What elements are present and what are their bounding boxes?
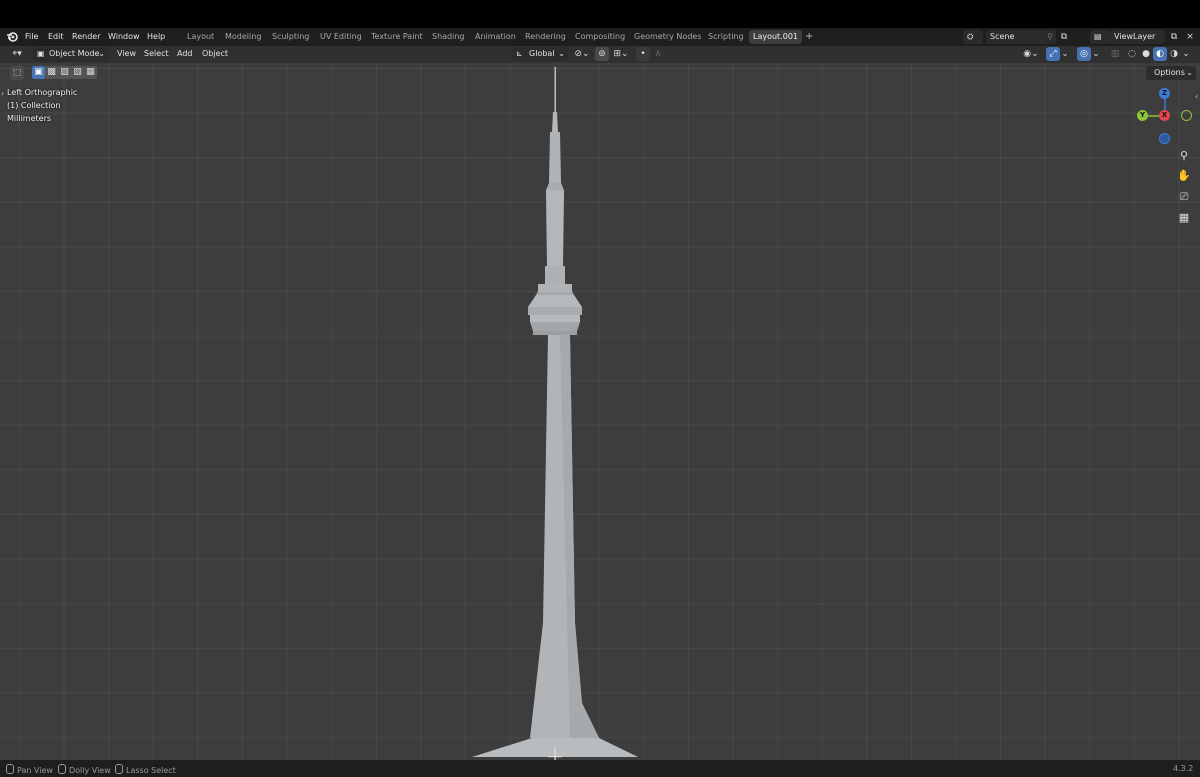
zoom-icon[interactable]: ⚲ [1175, 147, 1193, 165]
tab-texture-paint[interactable]: Texture Paint [367, 30, 427, 44]
chevron-down-icon[interactable]: ⌄ [1060, 47, 1070, 61]
chevron-down-icon[interactable]: ⌄ [1091, 47, 1101, 61]
select-menu[interactable]: Select [144, 47, 169, 61]
object-menu[interactable]: Object [202, 47, 228, 61]
tab-layout[interactable]: Layout [183, 30, 218, 44]
toolbar-toggle-icon[interactable]: › [1, 89, 4, 98]
blender-logo-icon[interactable] [6, 31, 18, 43]
object-mode-label: Object Mode [49, 49, 100, 58]
proportional-edit-icon[interactable]: • [636, 47, 650, 61]
camera-icon[interactable]: ⎚ [1175, 188, 1193, 206]
status-bar: Pan View Dolly View Lasso Select 4.3.2 [0, 760, 1200, 777]
view-menu[interactable]: View [117, 47, 136, 61]
scene-icon: ⛭ [967, 32, 974, 41]
tab-compositing[interactable]: Compositing [571, 30, 629, 44]
scene-name-field[interactable]: Scene ⚲ [986, 30, 1056, 44]
gizmo-neg-y-axis[interactable] [1181, 110, 1192, 121]
tab-geometry-nodes[interactable]: Geometry Nodes [630, 30, 705, 44]
pivot-point-icon[interactable]: ⊘⌄ [571, 47, 593, 61]
add-workspace-button[interactable]: + [805, 31, 813, 43]
add-menu[interactable]: Add [177, 47, 193, 61]
mouse-icon [58, 764, 66, 774]
view-layer-type-dropdown[interactable]: ▤ [1090, 30, 1110, 44]
menu-window[interactable]: Window [108, 32, 140, 42]
viewport-header: ⌖▾ ▣ Object Mode ⌄ View Select Add Objec… [0, 46, 1200, 63]
transform-orientation-dropdown[interactable]: ⊾ Global ⌄ [512, 47, 568, 61]
snap-target-icon[interactable]: ⊞⌄ [610, 47, 632, 61]
gizmo-toggle-icon[interactable]: ⤢ [1046, 47, 1060, 61]
status-dolly-view: Dolly View [58, 764, 111, 776]
orientation-icon: ⊾ [516, 49, 523, 58]
new-view-layer-icon[interactable]: ⧉ [1167, 30, 1181, 44]
gizmo-x-axis[interactable]: X [1159, 110, 1170, 121]
wireframe-shading-icon[interactable]: ◌ [1125, 47, 1139, 61]
tab-shading[interactable]: Shading [428, 30, 469, 44]
tab-layout-001[interactable]: Layout.001 [749, 30, 803, 44]
object-mode-icon: ▣ [37, 49, 45, 58]
menu-render[interactable]: Render [72, 32, 100, 42]
rendered-shading-icon[interactable]: ◑ [1167, 47, 1181, 61]
pin-icon[interactable]: ⚲ [1047, 30, 1053, 44]
sidebar-toggle-icon[interactable]: ‹ [1195, 92, 1198, 101]
remove-view-layer-icon[interactable]: × [1183, 30, 1197, 44]
top-bar: File Edit Render Window Help Layout Mode… [0, 28, 1200, 46]
scene-name: Scene [990, 32, 1015, 41]
chevron-down-icon: ⌄ [98, 49, 105, 58]
editor-type-icon[interactable]: ⌖▾ [6, 48, 28, 61]
orientation-label: Global [529, 49, 555, 58]
status-pan-view: Pan View [6, 764, 53, 776]
visibility-icon[interactable]: ◉⌄ [1019, 47, 1043, 61]
gizmo-y-axis[interactable]: Y [1137, 110, 1148, 121]
chevron-down-icon: ⌄ [558, 49, 565, 58]
menu-file[interactable]: File [25, 32, 38, 42]
tab-modeling[interactable]: Modeling [221, 30, 265, 44]
version-label: 4.3.2 [1173, 764, 1194, 773]
tab-rendering[interactable]: Rendering [521, 30, 570, 44]
falloff-icon[interactable]: ∧ [651, 47, 665, 61]
tab-sculpting[interactable]: Sculpting [268, 30, 313, 44]
gizmo-neg-z-axis[interactable] [1159, 133, 1170, 144]
tab-animation[interactable]: Animation [471, 30, 520, 44]
menu-help[interactable]: Help [147, 32, 165, 42]
xray-toggle-icon[interactable]: ▥ [1108, 47, 1122, 61]
snap-icon[interactable]: ⊚ [595, 47, 609, 61]
gizmo-z-axis[interactable]: Z [1159, 88, 1170, 99]
material-preview-shading-icon[interactable]: ◐ [1153, 47, 1167, 61]
view-layer-name: ViewLayer [1114, 32, 1156, 41]
mouse-icon [6, 764, 14, 774]
tab-uv-editing[interactable]: UV Editing [316, 30, 366, 44]
scene-type-dropdown[interactable]: ⛭ [963, 30, 983, 44]
3d-viewport[interactable]: ⬚ ▣ ▩ ▨ ▧ ▦ Options ⌄ Left Orthographic … [0, 63, 1200, 760]
grid-icon[interactable]: ▦ [1175, 209, 1193, 227]
menu-edit[interactable]: Edit [48, 32, 64, 42]
chevron-down-icon[interactable]: ⌄ [1181, 47, 1191, 61]
navigation-gizmo[interactable]: Z X Y [1134, 84, 1196, 146]
mouse-icon [115, 764, 123, 774]
tower-model[interactable] [0, 63, 1200, 760]
view-layer-icon: ▤ [1094, 32, 1102, 41]
tab-scripting[interactable]: Scripting [704, 30, 748, 44]
pan-hand-icon[interactable]: ✋ [1175, 167, 1193, 185]
overlays-toggle-icon[interactable]: ◎ [1077, 47, 1091, 61]
status-lasso-select: Lasso Select [115, 764, 176, 776]
view-layer-name-field[interactable]: ViewLayer [1110, 30, 1165, 44]
object-mode-dropdown[interactable]: ▣ Object Mode ⌄ [33, 47, 108, 61]
new-scene-icon[interactable]: ⧉ [1057, 30, 1071, 44]
solid-shading-icon[interactable]: ● [1139, 47, 1153, 61]
